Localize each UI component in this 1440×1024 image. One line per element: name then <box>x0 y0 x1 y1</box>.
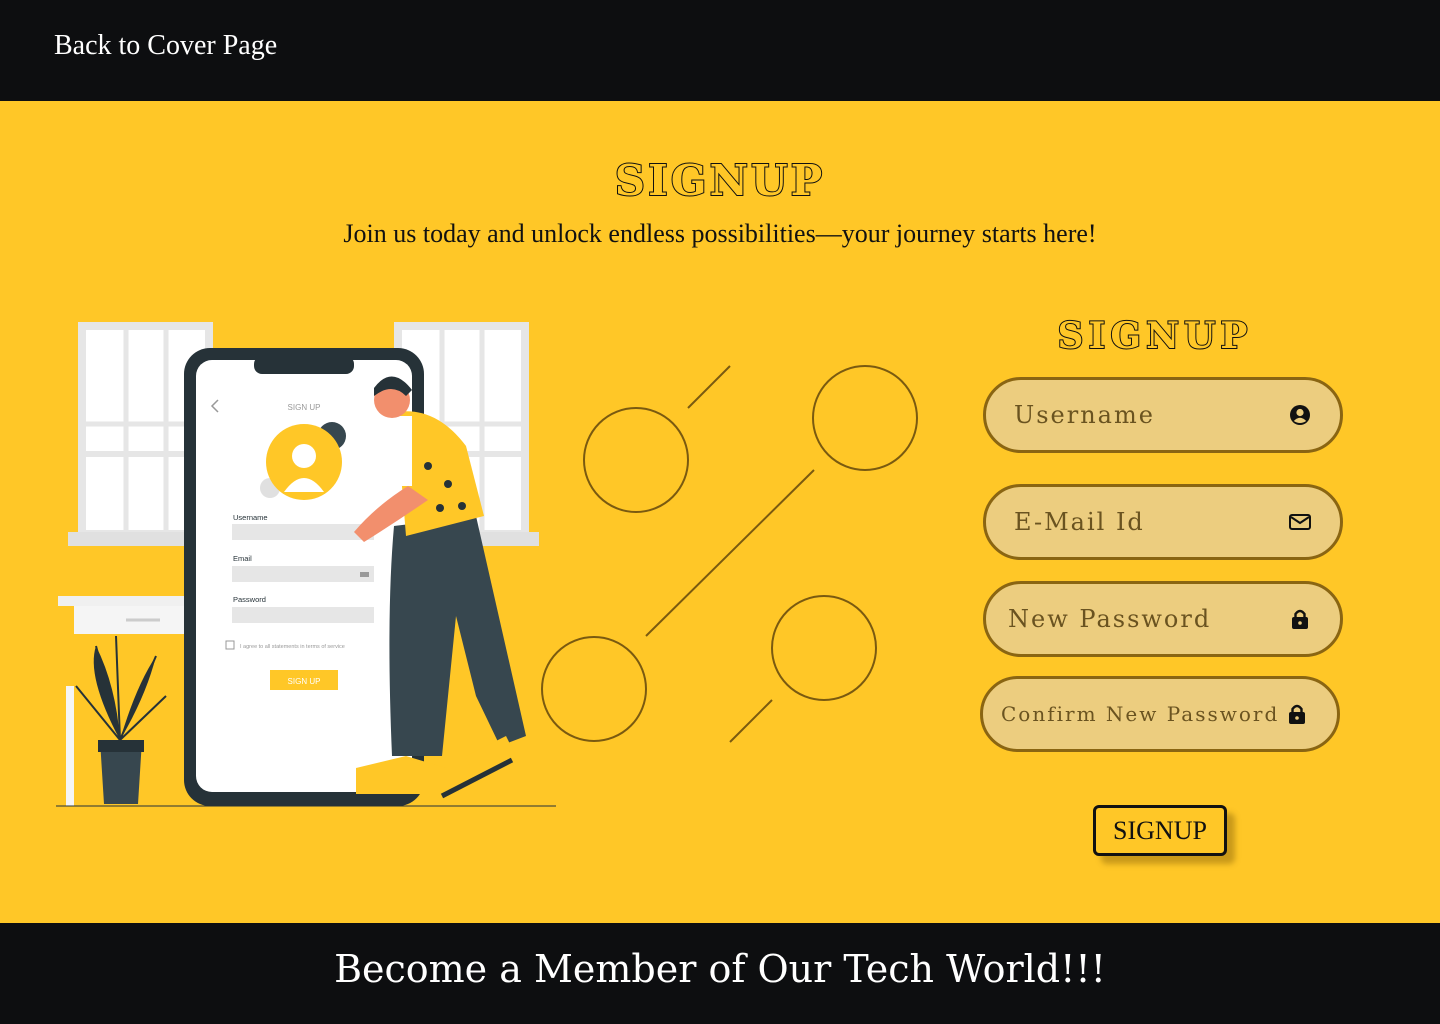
confirm-password-field-wrapper <box>980 676 1340 752</box>
signup-form: SIGNUP SIGNUP <box>975 314 1350 875</box>
form-title: SIGNUP <box>1057 314 1253 358</box>
plant <box>75 635 167 804</box>
phone-username-label: Username <box>233 513 268 522</box>
new-password-field-wrapper <box>983 581 1343 657</box>
email-field-wrapper <box>983 484 1343 560</box>
signup-illustration: SIGN UP Username Email Password I agree … <box>56 322 556 807</box>
phone-password-label: Password <box>233 595 266 604</box>
phone-signup-button: SIGN UP <box>288 677 321 686</box>
new-password-input[interactable] <box>1008 584 1278 654</box>
lock-icon <box>1289 704 1305 724</box>
footer-tagline: Become a Member of Our Tech World!!! <box>334 947 1106 991</box>
page-title: SIGNUP <box>614 155 826 206</box>
desk-top <box>58 596 198 606</box>
top-bar: Back to Cover Page <box>0 0 1440 101</box>
page-subtitle: Join us today and unlock endless possibi… <box>343 219 1097 248</box>
signup-button[interactable]: SIGNUP <box>1093 805 1227 856</box>
phone-title: SIGN UP <box>288 403 321 412</box>
user-circle-icon <box>1290 405 1310 425</box>
username-input[interactable] <box>1014 380 1284 450</box>
back-to-cover-link[interactable]: Back to Cover Page <box>54 30 277 62</box>
mail-icon <box>1289 514 1311 530</box>
lock-icon <box>1292 609 1308 629</box>
footer-bar: Become a Member of Our Tech World!!! <box>0 923 1440 1024</box>
decorative-circles <box>541 365 918 743</box>
phone-email-label: Email <box>233 554 252 563</box>
phone-terms-text: I agree to all statements in terms of se… <box>240 644 345 650</box>
email-input[interactable] <box>1014 487 1284 557</box>
confirm-password-input[interactable] <box>1001 679 1291 749</box>
username-field-wrapper <box>983 377 1343 453</box>
